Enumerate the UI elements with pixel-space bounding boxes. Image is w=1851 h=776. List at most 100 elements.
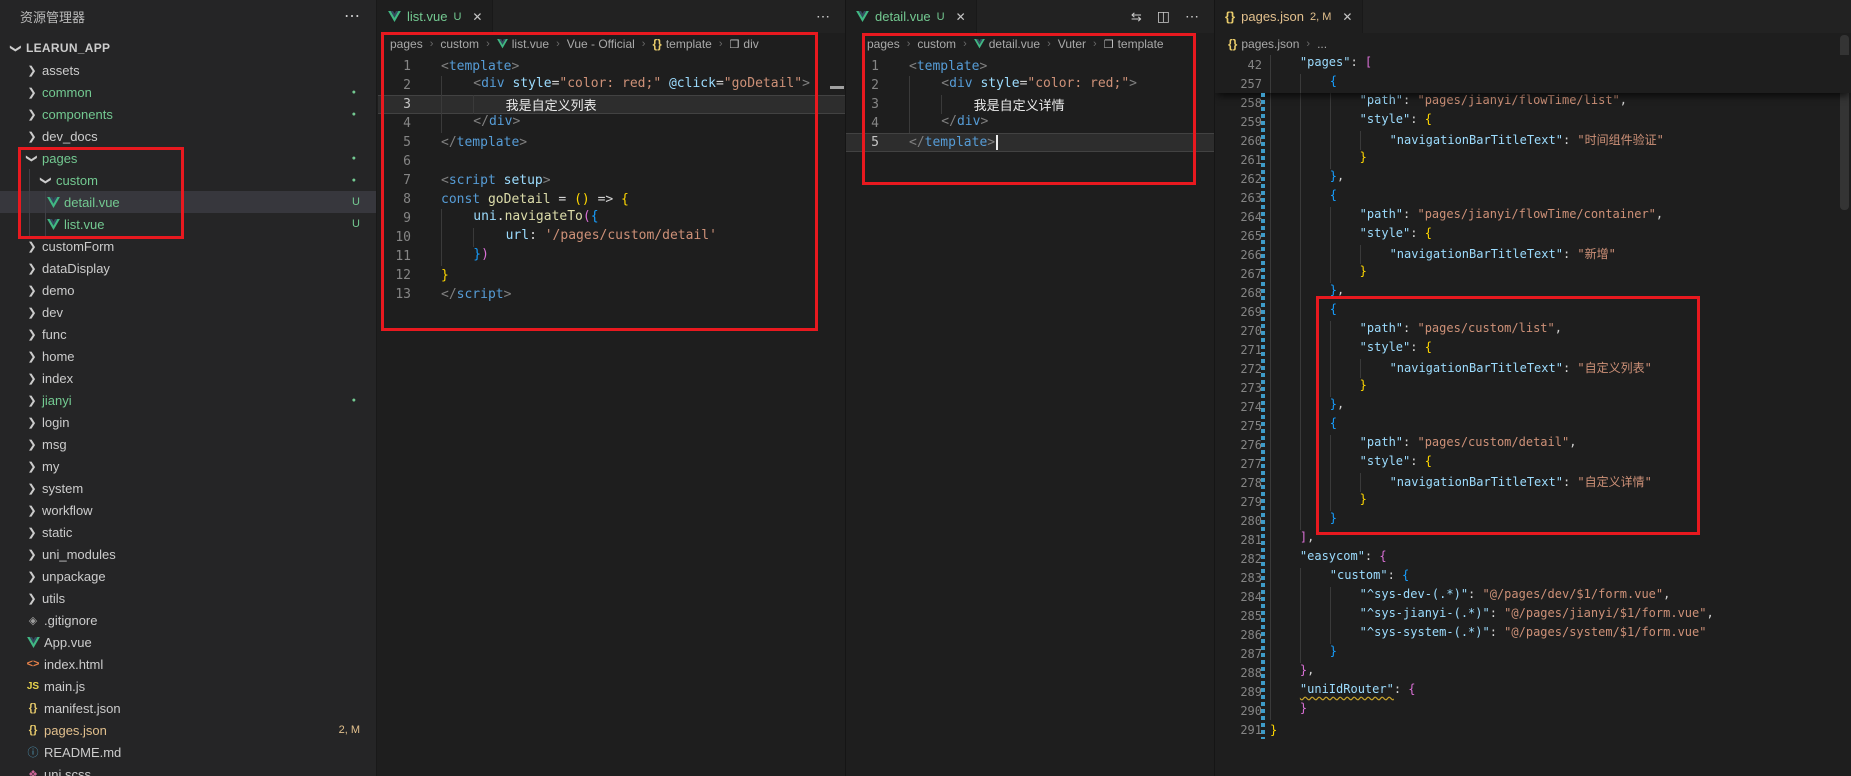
breadcrumb-item-pages[interactable]: pages <box>390 37 423 51</box>
explorer-item-assets[interactable]: ❯assets <box>0 59 376 81</box>
indent-guide <box>1270 74 1300 93</box>
explorer-item-pages.json[interactable]: {}pages.json2, M <box>0 719 376 741</box>
breadcrumb-item-list.vue[interactable]: list.vue <box>497 37 549 51</box>
breadcrumb-item-template[interactable]: {}template <box>652 37 711 51</box>
explorer-item-main.js[interactable]: JSmain.js <box>0 675 376 697</box>
explorer-item-uni.scss[interactable]: ❖uni.scss <box>0 763 376 776</box>
code-line-270: 270"path": "pages/custom/list", <box>1215 321 1851 340</box>
code-area[interactable]: 42"pages": [257{258"path": "pages/jianyi… <box>1215 55 1851 776</box>
indent-guide <box>1270 112 1300 131</box>
code-line-289: 289"uniIdRouter": { <box>1215 682 1851 701</box>
code-line-260: 260"navigationBarTitleText": "时间组件验证" <box>1215 131 1851 150</box>
close-icon[interactable]: ✕ <box>472 10 482 24</box>
explorer-item-workflow[interactable]: ❯workflow <box>0 499 376 521</box>
breadcrumb-item-pages[interactable]: pages <box>867 37 900 51</box>
explorer-item-dataDisplay[interactable]: ❯dataDisplay <box>0 257 376 279</box>
breadcrumb-item-Vue - Official[interactable]: Vue - Official <box>567 37 635 51</box>
folder-chevron-icon: ❯ <box>24 108 40 121</box>
explorer-item-index[interactable]: ❯index <box>0 367 376 389</box>
explorer-item-detail.vue[interactable]: detail.vueU <box>0 191 376 213</box>
git-status-badge: U <box>352 218 360 230</box>
indent-guide <box>1330 340 1360 359</box>
explorer-item-func[interactable]: ❯func <box>0 323 376 345</box>
breadcrumb-item-div[interactable]: ❒div <box>730 37 759 51</box>
breadcrumb-item-template[interactable]: ❒template <box>1104 37 1164 51</box>
editor-actions: ⋯ <box>816 0 845 33</box>
explorer-item-index.html[interactable]: <>index.html <box>0 653 376 675</box>
breadcrumb-item-Vuter[interactable]: Vuter <box>1058 37 1086 51</box>
explorer-item-home[interactable]: ❯home <box>0 345 376 367</box>
explorer-item-dev[interactable]: ❯dev <box>0 301 376 323</box>
explorer-item-custom[interactable]: ❯custom● <box>0 169 376 191</box>
explorer-item-pages[interactable]: ❯pages● <box>0 147 376 169</box>
explorer-item-list.vue[interactable]: list.vueU <box>0 213 376 235</box>
explorer-item-jianyi[interactable]: ❯jianyi● <box>0 389 376 411</box>
breadcrumb-item-pages.json[interactable]: {}pages.json <box>1228 37 1299 51</box>
indent-guide <box>1270 473 1300 492</box>
indent-guide <box>441 114 473 133</box>
tab-list.vue[interactable]: list.vue U ✕ <box>378 0 493 33</box>
explorer-item-unpackage[interactable]: ❯unpackage <box>0 565 376 587</box>
ellipsis-icon[interactable]: ⋯ <box>1185 8 1199 25</box>
indent-guide <box>1300 397 1330 416</box>
explorer-item-dev_docs[interactable]: ❯dev_docs <box>0 125 376 147</box>
indent-guide <box>1300 283 1330 302</box>
tab-pages.json[interactable]: {} pages.json 2, M ✕ <box>1215 0 1363 33</box>
code-line-287: 287} <box>1215 644 1851 663</box>
explorer-item-static[interactable]: ❯static <box>0 521 376 543</box>
code-line-5: 5</template> <box>378 133 845 152</box>
indent-guide <box>1300 435 1330 454</box>
explorer-item-login[interactable]: ❯login <box>0 411 376 433</box>
indent-guide <box>1270 150 1300 169</box>
indent-guide <box>1300 226 1330 245</box>
indent-guide <box>1270 359 1300 378</box>
code-area[interactable]: 1<template>2<div style="color: red;" @cl… <box>378 55 845 776</box>
indent-guide <box>441 209 473 228</box>
explorer-item-customForm[interactable]: ❯customForm <box>0 235 376 257</box>
explorer-item-utils[interactable]: ❯utils <box>0 587 376 609</box>
folder-chevron-icon: ❯ <box>24 482 40 495</box>
symbol-cube-icon: ❒ <box>730 38 740 51</box>
split-editor-icon[interactable]: ◫ <box>1157 8 1170 25</box>
breadcrumb-item-custom[interactable]: custom <box>440 37 479 51</box>
tab-git-badge: U <box>937 11 945 23</box>
code-line-12: 12} <box>378 266 845 285</box>
tab-detail.vue[interactable]: detail.vue U ✕ <box>846 0 977 33</box>
file-icon: ⓘ <box>24 744 42 760</box>
explorer-item-system[interactable]: ❯system <box>0 477 376 499</box>
code-line-286: 286"^sys-system-(.*)": "@/pages/system/$… <box>1215 625 1851 644</box>
explorer-item-demo[interactable]: ❯demo <box>0 279 376 301</box>
indent-guide <box>1300 416 1330 435</box>
ellipsis-icon[interactable]: ⋯ <box>816 8 830 25</box>
explorer-item-common[interactable]: ❯common● <box>0 81 376 103</box>
explorer-item-my[interactable]: ❯my <box>0 455 376 477</box>
explorer-item-manifest.json[interactable]: {}manifest.json <box>0 697 376 719</box>
code-line-257: 257{ <box>1215 74 1851 93</box>
indent-guide <box>1270 644 1300 663</box>
explorer-item-uni_modules[interactable]: ❯uni_modules <box>0 543 376 565</box>
folder-chevron-icon: ❯ <box>24 416 40 429</box>
compare-changes-icon[interactable]: ⇆ <box>1131 9 1142 25</box>
explorer-item-msg[interactable]: ❯msg <box>0 433 376 455</box>
breadcrumb-item-custom[interactable]: custom <box>917 37 956 51</box>
indent-guide <box>1300 131 1330 150</box>
explorer-item-README.md[interactable]: ⓘREADME.md <box>0 741 376 763</box>
breadcrumb-item-...[interactable]: ... <box>1317 37 1327 51</box>
close-icon[interactable]: ✕ <box>956 10 966 24</box>
sticky-scroll: 42"pages": [257{ <box>1215 55 1851 93</box>
indent-guide <box>1270 663 1300 682</box>
explorer-more-actions-icon[interactable]: ⋯ <box>344 0 360 35</box>
indent-guide <box>1270 416 1300 435</box>
code-area[interactable]: 1<template>2<div style="color: red;">3我是… <box>846 55 1214 776</box>
indent-guide <box>1270 701 1300 720</box>
folder-chevron-icon: ❯ <box>40 172 53 188</box>
explorer-item-App.vue[interactable]: App.vue <box>0 631 376 653</box>
indent-guide <box>1270 340 1300 359</box>
close-icon[interactable]: ✕ <box>1342 10 1352 24</box>
breadcrumb-item-detail.vue[interactable]: detail.vue <box>974 37 1040 51</box>
explorer-item-components[interactable]: ❯components● <box>0 103 376 125</box>
braces-icon: {} <box>29 702 38 714</box>
explorer-item-LEARUN_APP[interactable]: ❯LEARUN_APP <box>0 37 376 59</box>
indent-guide <box>1360 245 1390 264</box>
explorer-item-.gitignore[interactable]: ◈.gitignore <box>0 609 376 631</box>
